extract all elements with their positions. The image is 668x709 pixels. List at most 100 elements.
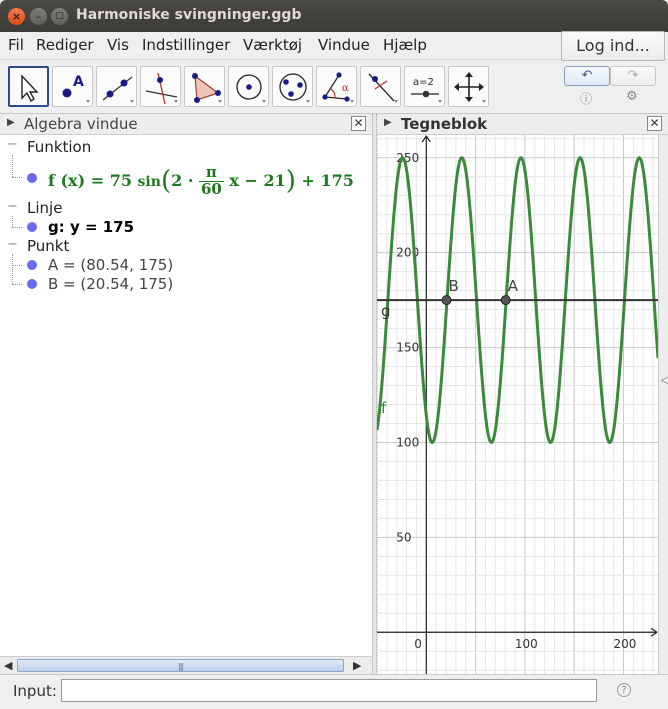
group-functions[interactable]: Funktion — [27, 138, 91, 156]
function-two: 2 — [171, 170, 183, 190]
point-tool-label: A — [73, 74, 84, 90]
point-label-a: A — [508, 277, 519, 295]
tree-connector — [12, 265, 22, 266]
algebra-horizontal-scrollbar[interactable]: ◀ ||| ▶ — [0, 656, 372, 674]
conic-tool-button[interactable] — [272, 66, 313, 107]
point-a-visibility-toggle[interactable] — [27, 260, 37, 270]
scroll-thumb[interactable]: ||| — [17, 659, 344, 672]
tree-connector — [12, 254, 13, 284]
line-g-row[interactable]: g: y = 175 — [48, 218, 134, 236]
redo-icon: ↷ — [627, 68, 639, 83]
input-label: Input: — [13, 682, 57, 700]
help-circle-icon[interactable]: ⓘ — [580, 90, 592, 107]
group-points[interactable]: Punkt — [27, 237, 69, 255]
tree-connector — [12, 177, 22, 178]
function-inner: x − 21 — [229, 170, 286, 190]
function-open-paren: ( — [160, 165, 172, 196]
point-b-row[interactable]: B = (20.54, 175) — [48, 275, 173, 293]
point-b — [441, 295, 452, 306]
maximize-window-button[interactable]: □ — [51, 8, 68, 25]
point-a-row[interactable]: A = (80.54, 175) — [48, 256, 173, 274]
menu-help[interactable]: Hjælp — [383, 36, 427, 54]
angle-tool-label: α — [342, 83, 349, 94]
graphics-view[interactable]: 0 100 200 50 100 150 200 250 ABfg — [377, 135, 658, 674]
close-graphics-panel-button[interactable]: ✕ — [647, 116, 662, 131]
graphics-panel-title: Tegneblok — [401, 115, 488, 133]
y-tick-label: 100 — [396, 435, 419, 449]
function-close-paren: ) — [285, 165, 296, 196]
expand-triangle-icon[interactable]: ▶ — [384, 117, 392, 128]
reflect-line-icon — [368, 73, 398, 103]
undo-button[interactable]: ↶ — [564, 66, 610, 86]
algebra-panel-header: ▶ Algebra vindue ✕ — [0, 114, 372, 135]
redo-button[interactable]: ↷ — [610, 66, 656, 86]
input-help-icon[interactable]: ? — [617, 683, 631, 697]
function-dot: · — [187, 170, 194, 190]
line-g-label: g — [381, 302, 391, 320]
point-b-visibility-toggle[interactable] — [27, 279, 37, 289]
expand-triangle-icon[interactable]: ▶ — [7, 117, 15, 128]
window-title: Harmoniske svingninger.ggb — [76, 7, 302, 23]
menu-edit[interactable]: Rediger — [36, 36, 94, 54]
close-window-button[interactable]: × — [8, 8, 25, 25]
collapse-lines-icon[interactable]: − — [7, 199, 18, 214]
window-titlebar: × – □ Harmoniske svingninger.ggb — [0, 0, 668, 32]
login-button[interactable]: Log ind... — [561, 31, 665, 61]
line-visibility-toggle[interactable] — [27, 222, 37, 232]
angle-tool-button[interactable]: α — [316, 66, 357, 107]
graphics-panel-header: ▶ Tegneblok ✕ — [377, 114, 668, 135]
tree-connector — [12, 216, 13, 227]
function-offset: + 175 — [301, 170, 354, 190]
reflect-tool-button[interactable] — [360, 66, 401, 107]
expand-side-arrow-icon[interactable]: ◁ — [661, 375, 668, 386]
function-visibility-toggle[interactable] — [27, 173, 37, 183]
function-f-row[interactable]: f (x) = 75 sin(2 · π 60 x − 21) + 175 — [48, 164, 354, 198]
cursor-arrow-icon — [21, 74, 39, 103]
menu-tools[interactable]: Værktøj — [243, 36, 302, 54]
menu-file[interactable]: Fil — [8, 36, 24, 54]
point-label-b: B — [449, 277, 459, 295]
x-tick-label: 0 — [414, 637, 422, 651]
point-icon: A — [62, 74, 90, 103]
circle-through-points-icon — [279, 73, 310, 103]
menu-view[interactable]: Vis — [107, 36, 129, 54]
gear-icon[interactable]: ⚙ — [626, 89, 638, 104]
menu-window[interactable]: Vindue — [318, 36, 370, 54]
input-field[interactable] — [61, 679, 597, 702]
menu-settings[interactable]: Indstillinger — [142, 36, 230, 54]
perpendicular-tool-button[interactable] — [140, 66, 181, 107]
move-tool-button[interactable] — [8, 66, 49, 107]
tree-connector — [12, 284, 22, 285]
scroll-right-arrow-icon[interactable]: ▶ — [353, 659, 361, 672]
slider-tool-label: a=2 — [413, 77, 434, 88]
algebra-view: − Funktion f (x) = 75 sin(2 · π 60 x − 2… — [0, 135, 372, 656]
circle-tool-button[interactable] — [228, 66, 269, 107]
polygon-tool-button[interactable] — [184, 66, 225, 107]
graph-canvas[interactable]: 0 100 20050100150200250 ABfg — [377, 135, 658, 674]
point-tool-button[interactable]: A — [52, 66, 93, 107]
move-view-arrows-icon — [454, 72, 486, 103]
x-tick-label: 200 — [613, 637, 636, 651]
undo-icon: ↶ — [581, 68, 593, 83]
point-a — [500, 295, 511, 306]
collapse-points-icon[interactable]: − — [7, 237, 18, 252]
function-amplitude: 75 — [109, 170, 132, 190]
y-tick-label: 50 — [396, 530, 411, 544]
slider-icon: a=2 — [411, 77, 442, 103]
line-through-points-icon — [102, 76, 134, 103]
collapse-functions-icon[interactable]: − — [7, 137, 18, 152]
minimize-window-button[interactable]: – — [30, 8, 47, 25]
scroll-left-arrow-icon[interactable]: ◀ — [4, 659, 12, 672]
move-view-tool-button[interactable] — [448, 66, 489, 107]
tick-labels: 0 100 20050100150200250 — [396, 151, 636, 651]
function-equals: = — [90, 170, 105, 190]
line-tool-button[interactable] — [96, 66, 137, 107]
close-algebra-panel-button[interactable]: ✕ — [351, 116, 366, 131]
tree-connector — [12, 155, 13, 177]
tree-connector — [12, 227, 22, 228]
input-bar: Input: ? — [0, 674, 668, 709]
group-lines[interactable]: Linje — [27, 199, 62, 217]
y-tick-label: 150 — [396, 341, 419, 355]
circle-icon — [236, 74, 266, 103]
slider-tool-button[interactable]: a=2 — [404, 66, 445, 107]
